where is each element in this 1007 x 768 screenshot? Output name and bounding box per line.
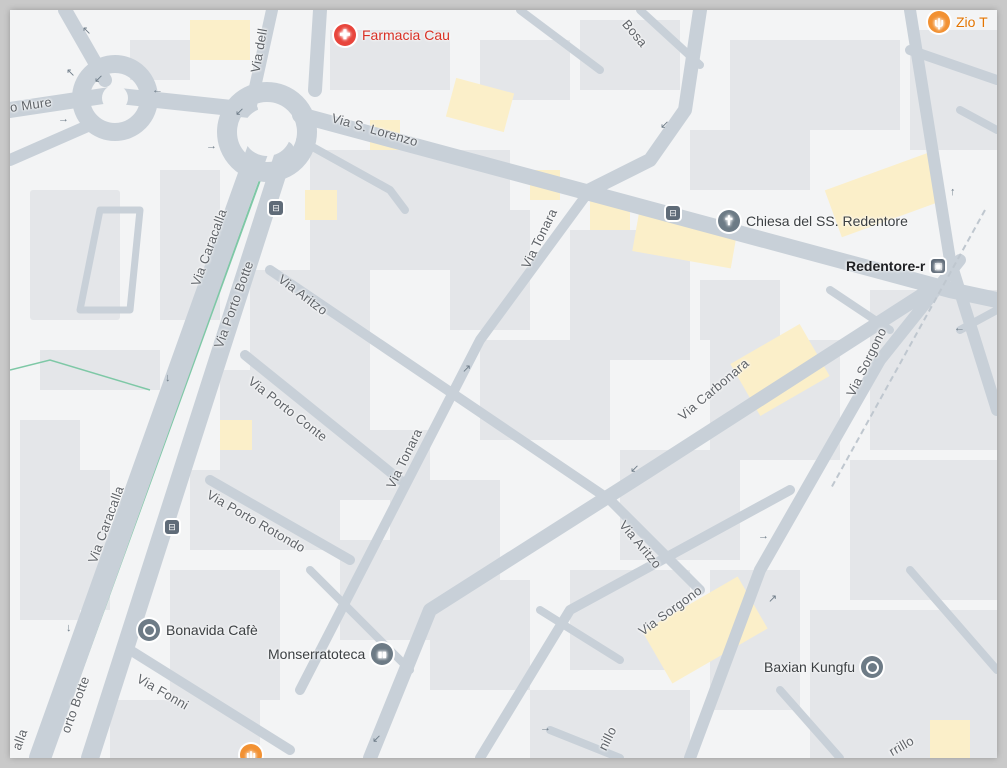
- direction-arrow-icon: →: [206, 140, 217, 152]
- library-icon: ▮▮: [371, 643, 394, 665]
- poi-label: Bonavida Cafè: [166, 622, 258, 638]
- direction-arrow-icon: ↑: [950, 186, 956, 198]
- pharmacy-icon: ✚: [334, 24, 356, 46]
- direction-arrow-icon: ←: [954, 322, 965, 334]
- poi-baxian-kungfu[interactable]: Baxian Kungfu: [764, 656, 884, 678]
- direction-arrow-icon: ↓: [165, 372, 171, 384]
- poi-label: Chiesa del SS. Redentore: [746, 213, 908, 229]
- poi-bonavida-cafe[interactable]: Bonavida Cafè: [138, 619, 258, 641]
- direction-arrow-icon: ↙: [94, 73, 104, 85]
- place-icon: [138, 619, 160, 641]
- direction-arrow-icon: →: [58, 113, 69, 125]
- direction-arrow-icon: ↙: [660, 119, 670, 131]
- direction-arrow-icon: →: [758, 530, 769, 542]
- place-icon: [861, 656, 884, 678]
- direction-arrow-icon: ↙: [372, 733, 382, 745]
- direction-arrow-icon: ↙: [235, 106, 245, 118]
- direction-arrow-icon: ↗: [462, 363, 472, 375]
- bus-stop-icon[interactable]: ⊟: [269, 201, 283, 215]
- church-icon: ✝: [718, 210, 740, 232]
- poi-label: Farmacia Cau: [362, 27, 450, 43]
- poi-label: Monserratoteca: [268, 646, 366, 662]
- direction-arrow-icon: →: [540, 722, 551, 734]
- poi-label: Zio T: [956, 14, 988, 30]
- poi-label: Baxian Kungfu: [764, 659, 856, 675]
- poi-restaurant-partial[interactable]: ψ: [240, 744, 262, 758]
- map-view[interactable]: Via S. Lorenzo Via Caracalla Via Caracal…: [10, 10, 997, 758]
- roundabout-west-island: [102, 85, 128, 111]
- direction-arrow-icon: ↓: [66, 622, 72, 634]
- bus-stop-icon[interactable]: ⊟: [666, 206, 680, 220]
- direction-arrow-icon: ↙: [630, 463, 640, 475]
- restaurant-icon: ψ: [928, 11, 950, 33]
- poi-zio-t[interactable]: ψ Zio T: [928, 11, 988, 33]
- poi-redentore-bus-stop[interactable]: Redentore-r ▣: [846, 258, 946, 274]
- poi-chiesa-redentore[interactable]: ✝ Chiesa del SS. Redentore: [718, 210, 908, 232]
- restaurant-icon: ψ: [240, 744, 262, 758]
- direction-arrow-icon: ↗: [768, 593, 778, 605]
- bus-stop-icon[interactable]: ⊟: [165, 520, 179, 534]
- direction-arrow-icon: ↖: [66, 67, 76, 79]
- poi-farmacia-cau[interactable]: ✚ Farmacia Cau: [334, 24, 450, 46]
- direction-arrow-icon: ←: [152, 84, 163, 96]
- poi-label: Redentore-r: [846, 258, 926, 274]
- direction-arrow-icon: ↖: [82, 25, 92, 37]
- poi-monserratoteca[interactable]: Monserratoteca ▮▮: [268, 643, 394, 665]
- bus-stop-icon: ▣: [931, 259, 946, 273]
- roundabout-east-island: [243, 108, 291, 156]
